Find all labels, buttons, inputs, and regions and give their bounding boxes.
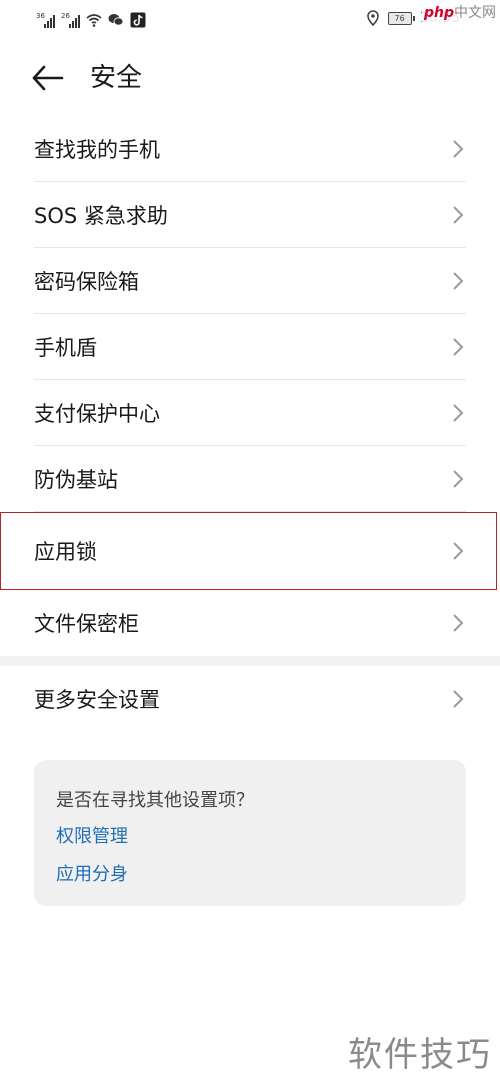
tiktok-icon xyxy=(130,12,146,28)
sim2-label: 26 xyxy=(61,12,70,20)
status-left: 36 26 xyxy=(36,8,146,28)
watermark-site: 中文网 xyxy=(454,5,496,21)
settings-item-file-safe[interactable]: 文件保密柜 xyxy=(34,590,466,656)
chevron-right-icon xyxy=(453,690,464,708)
settings-item-more-security[interactable]: 更多安全设置 xyxy=(34,666,466,732)
site-watermark: php中文网 xyxy=(421,2,498,22)
section-separator xyxy=(0,656,500,666)
link-app-twin[interactable]: 应用分身 xyxy=(56,860,128,886)
status-bar: 36 26 76 php中文网 xyxy=(0,0,500,36)
chevron-right-icon xyxy=(453,404,464,422)
settings-item-label: 支付保护中心 xyxy=(34,402,160,426)
settings-item-fake-base-station[interactable]: 防伪基站 xyxy=(34,446,466,512)
page-title: 安全 xyxy=(90,63,143,93)
wifi-icon xyxy=(86,14,102,27)
settings-item-label: 防伪基站 xyxy=(34,468,118,492)
battery-icon: 76 xyxy=(387,11,415,25)
settings-item-label: 密码保险箱 xyxy=(34,270,139,294)
watermark-php: php xyxy=(423,5,454,21)
location-icon xyxy=(366,10,379,26)
wechat-icon xyxy=(108,14,124,26)
chevron-right-icon xyxy=(453,140,464,158)
settings-item-label: SOS 紧急求助 xyxy=(34,204,168,228)
chevron-right-icon xyxy=(453,272,464,290)
settings-item-payment-protection[interactable]: 支付保护中心 xyxy=(34,380,466,446)
chevron-right-icon xyxy=(453,338,464,356)
chevron-right-icon xyxy=(453,206,464,224)
chevron-right-icon xyxy=(453,614,464,632)
settings-item-label: 文件保密柜 xyxy=(34,612,139,636)
signal-icon: 26 xyxy=(61,12,80,28)
signal-icon: 36 xyxy=(36,12,55,28)
sim1-label: 36 xyxy=(36,12,45,20)
settings-item-label: 应用锁 xyxy=(34,540,97,564)
app-header: 安全 xyxy=(0,56,500,100)
settings-item-app-lock[interactable]: 应用锁 xyxy=(0,512,497,590)
chevron-right-icon xyxy=(453,470,464,488)
suggestion-title: 是否在寻找其他设置项？ xyxy=(56,790,254,811)
bottom-watermark: 软件技巧 xyxy=(348,1035,492,1075)
settings-item-password-vault[interactable]: 密码保险箱 xyxy=(34,248,466,314)
chevron-right-icon xyxy=(453,542,464,560)
settings-item-label: 查找我的手机 xyxy=(34,138,160,162)
settings-item-label: 手机盾 xyxy=(34,336,97,360)
back-button[interactable] xyxy=(30,62,66,94)
link-permission-management[interactable]: 权限管理 xyxy=(56,822,128,848)
settings-item-sos[interactable]: SOS 紧急求助 xyxy=(34,182,466,248)
settings-item-label: 更多安全设置 xyxy=(34,688,160,712)
settings-item-phone-shield[interactable]: 手机盾 xyxy=(34,314,466,380)
suggestion-card: 是否在寻找其他设置项？ 权限管理 应用分身 xyxy=(34,760,466,906)
settings-list: 查找我的手机 SOS 紧急求助 密码保险箱 手机盾 支付保护中心 防伪基站 应用… xyxy=(0,116,500,732)
settings-item-find-my-phone[interactable]: 查找我的手机 xyxy=(34,116,466,182)
back-arrow-icon xyxy=(32,65,64,91)
security-settings-screen: 36 26 76 php中文网 安全 查找我的手机 SOS 紧急求助 密码保险箱… xyxy=(0,0,500,1084)
